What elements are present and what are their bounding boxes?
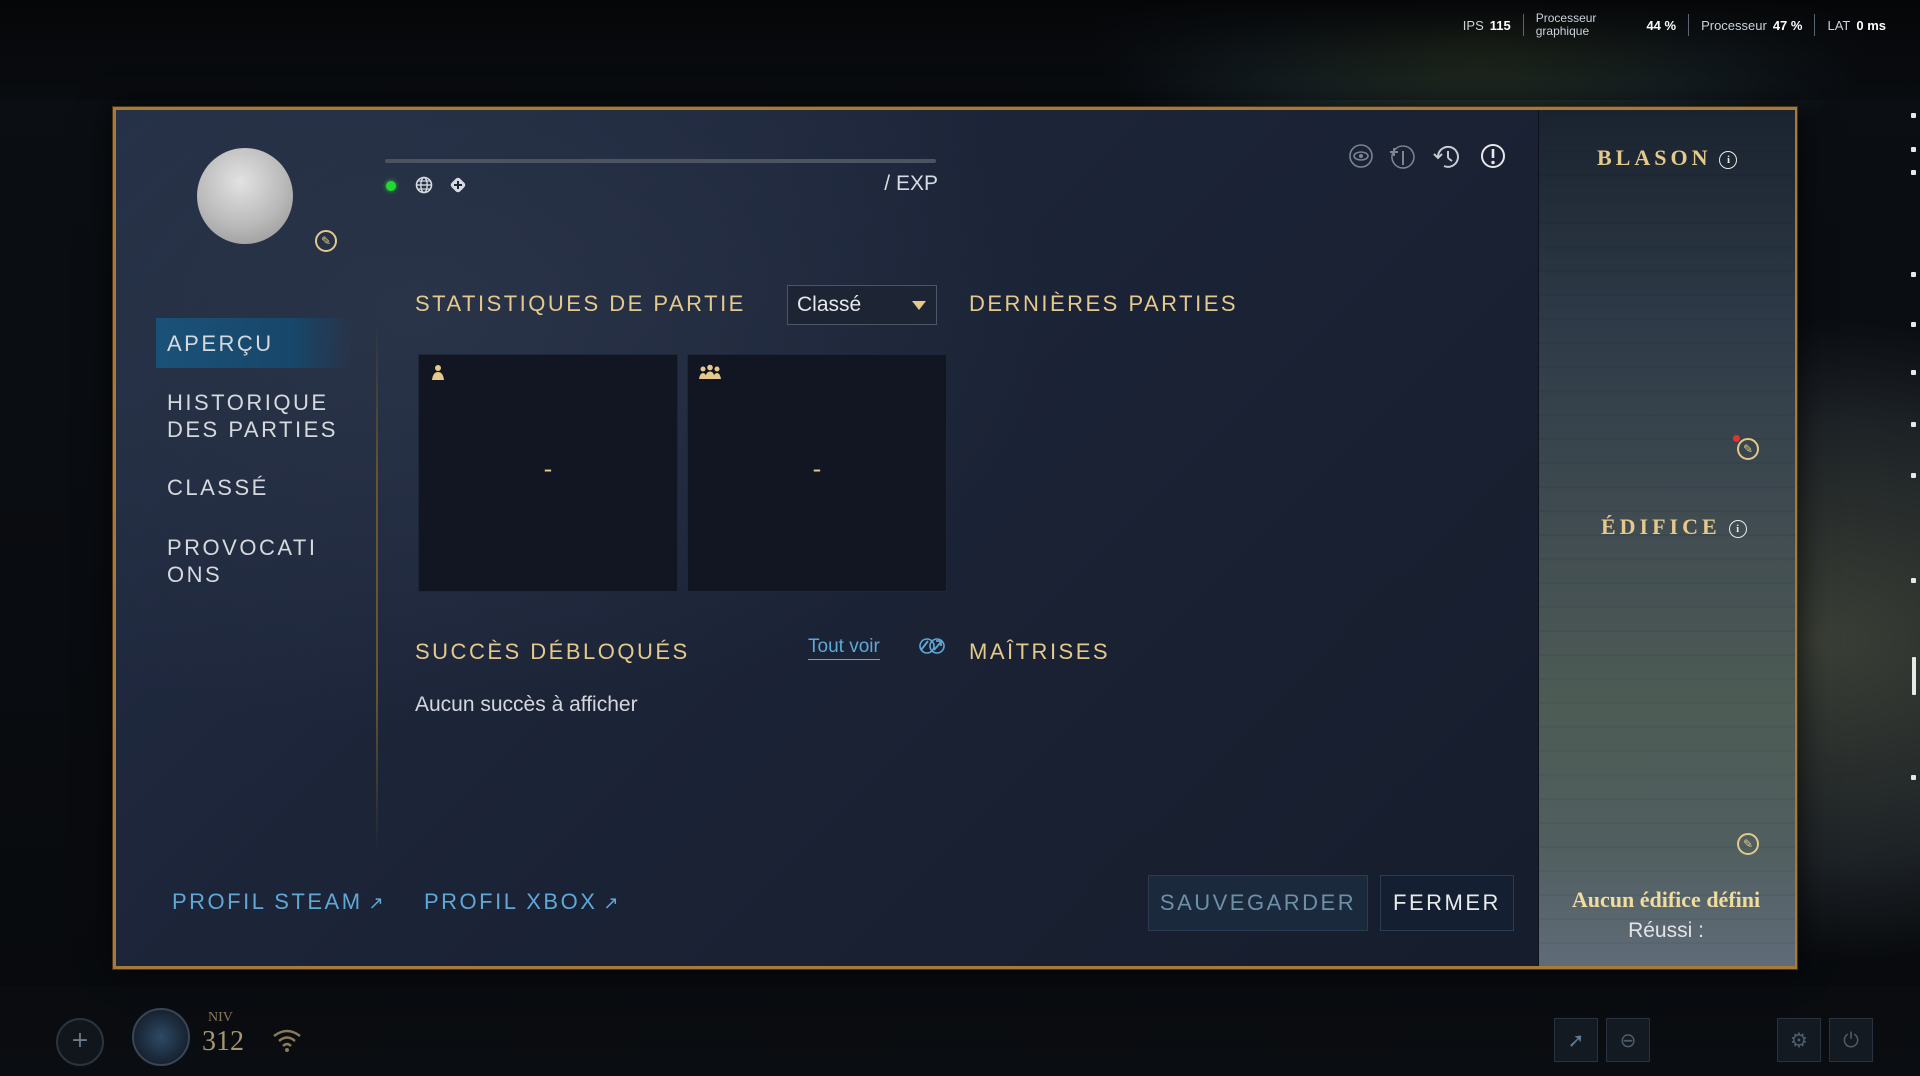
nav-item-classe[interactable]: CLASSÉ xyxy=(167,474,269,501)
edit-edifice-icon[interactable]: ✎ xyxy=(1737,833,1759,855)
external-link-icon[interactable] xyxy=(917,636,947,661)
info-icon[interactable]: i xyxy=(1728,519,1747,538)
blason-label: BLASON xyxy=(1597,145,1712,170)
lat-label: LAT xyxy=(1827,17,1851,33)
online-status-dot xyxy=(386,181,396,191)
gpu-label: Processeur graphique xyxy=(1536,12,1597,38)
controller-icon xyxy=(448,176,468,196)
mode-dropdown-value: Classé xyxy=(797,293,862,316)
gpu-label-line2: graphique xyxy=(1535,24,1590,38)
globe-icon xyxy=(414,176,434,196)
team-stat-value: - xyxy=(812,455,822,483)
solo-player-icon xyxy=(429,363,447,386)
lat-value: 0 ms xyxy=(1856,17,1886,33)
edifice-status: Réussi : xyxy=(1628,919,1704,942)
edifice-label: ÉDIFICE xyxy=(1601,514,1721,539)
edge-marker xyxy=(1911,113,1916,118)
nav-item-provocations[interactable]: PROVOCATI ONS xyxy=(167,534,317,588)
mode-dropdown[interactable]: Classé xyxy=(787,285,937,325)
history-icon[interactable] xyxy=(1432,143,1460,171)
edge-marker xyxy=(1911,578,1916,583)
nav-item-label: APERÇU xyxy=(167,331,274,356)
minus-icon[interactable]: ⊖ xyxy=(1606,1018,1650,1062)
gpu-readout: Processeur graphique 44 % xyxy=(1522,12,1688,38)
solo-stat-card: - xyxy=(418,354,678,592)
external-link-icon: ↗ xyxy=(368,893,387,913)
solo-stat-value: - xyxy=(543,455,553,483)
external-link-icon: ↗ xyxy=(603,893,621,913)
team-stat-card: - xyxy=(687,354,947,592)
xbox-profile-link[interactable]: PROFIL XBOX ↗ xyxy=(424,889,621,915)
fps-label: IPS xyxy=(1462,17,1484,33)
report-icon[interactable] xyxy=(1479,143,1507,171)
cpu-label: Processeur xyxy=(1701,17,1767,33)
edge-marker xyxy=(1911,147,1916,152)
nav-item-apercu[interactable]: APERÇU xyxy=(167,330,274,357)
achievements-empty-text: Aucun succès à afficher xyxy=(415,693,638,716)
masteries-heading: MAÎTRISES xyxy=(969,639,1111,664)
achievements-heading: SUCCÈS DÉBLOQUÉS xyxy=(415,639,690,664)
team-players-icon xyxy=(698,363,722,386)
exp-progress-bar xyxy=(385,159,936,163)
nav-item-label: HISTORIQUE DES PARTIES xyxy=(167,390,338,442)
close-button[interactable]: FERMER xyxy=(1380,875,1514,931)
level-value: 312 xyxy=(202,1026,244,1057)
edit-blason-icon[interactable]: ✎ xyxy=(1737,438,1759,460)
edge-marker xyxy=(1911,775,1916,780)
chevron-down-icon xyxy=(912,301,926,310)
edge-marker xyxy=(1911,272,1916,277)
avatar[interactable] xyxy=(197,148,293,244)
profile-window xyxy=(113,107,1797,969)
performance-hud: IPS 115 Processeur graphique 44 % Proces… xyxy=(1451,12,1898,38)
gpu-value: 44 % xyxy=(1646,17,1677,33)
cpu-value: 47 % xyxy=(1772,17,1803,33)
latency-readout: LAT 0 ms xyxy=(1814,14,1898,36)
edit-avatar-icon[interactable]: ✎ xyxy=(315,230,337,252)
edifice-name: Aucun édifice défini xyxy=(1571,887,1761,912)
eye-icon[interactable] xyxy=(1347,143,1375,171)
fps-readout: IPS 115 xyxy=(1451,14,1523,36)
info-icon[interactable]: i xyxy=(1719,150,1738,169)
xbox-profile-label: PROFIL XBOX xyxy=(424,889,598,914)
nav-item-label: PROVOCATI ONS xyxy=(167,535,318,587)
edge-marker xyxy=(1911,170,1916,175)
arrow-icon[interactable]: ➚ xyxy=(1554,1018,1598,1062)
level-label: NIV xyxy=(208,1010,233,1025)
recent-matches-heading: DERNIÈRES PARTIES xyxy=(969,291,1239,316)
edge-marker xyxy=(1911,322,1916,327)
see-all-link[interactable]: Tout voir xyxy=(808,636,880,660)
power-icon[interactable]: ⏻ xyxy=(1829,1018,1873,1062)
player-emblem[interactable] xyxy=(132,1008,190,1066)
save-button[interactable]: SAUVEGARDER xyxy=(1148,875,1368,931)
fps-value: 115 xyxy=(1489,17,1511,33)
steam-profile-label: PROFIL STEAM xyxy=(172,889,363,914)
add-friend-icon[interactable] xyxy=(1388,143,1416,171)
steam-profile-link[interactable]: PROFIL STEAM ↗ xyxy=(172,889,386,915)
nav-item-label: CLASSÉ xyxy=(167,475,269,500)
cpu-readout: Processeur 47 % xyxy=(1688,14,1814,36)
edge-marker xyxy=(1911,370,1916,375)
edge-marker xyxy=(1911,422,1916,427)
settings-icon[interactable]: ⚙ xyxy=(1777,1018,1821,1062)
nav-divider xyxy=(376,322,378,852)
blason-heading: BLASON i xyxy=(1597,145,1738,171)
nav-item-historique[interactable]: HISTORIQUE DES PARTIES xyxy=(167,389,338,443)
edifice-heading: ÉDIFICE i xyxy=(1601,514,1747,540)
exp-label: / EXP xyxy=(884,172,938,195)
stats-heading: STATISTIQUES DE PARTIE xyxy=(415,291,746,316)
edge-marker xyxy=(1911,473,1916,478)
wifi-icon xyxy=(272,1028,302,1058)
scroll-indicator[interactable] xyxy=(1912,657,1916,695)
plus-icon[interactable]: + xyxy=(56,1018,104,1066)
